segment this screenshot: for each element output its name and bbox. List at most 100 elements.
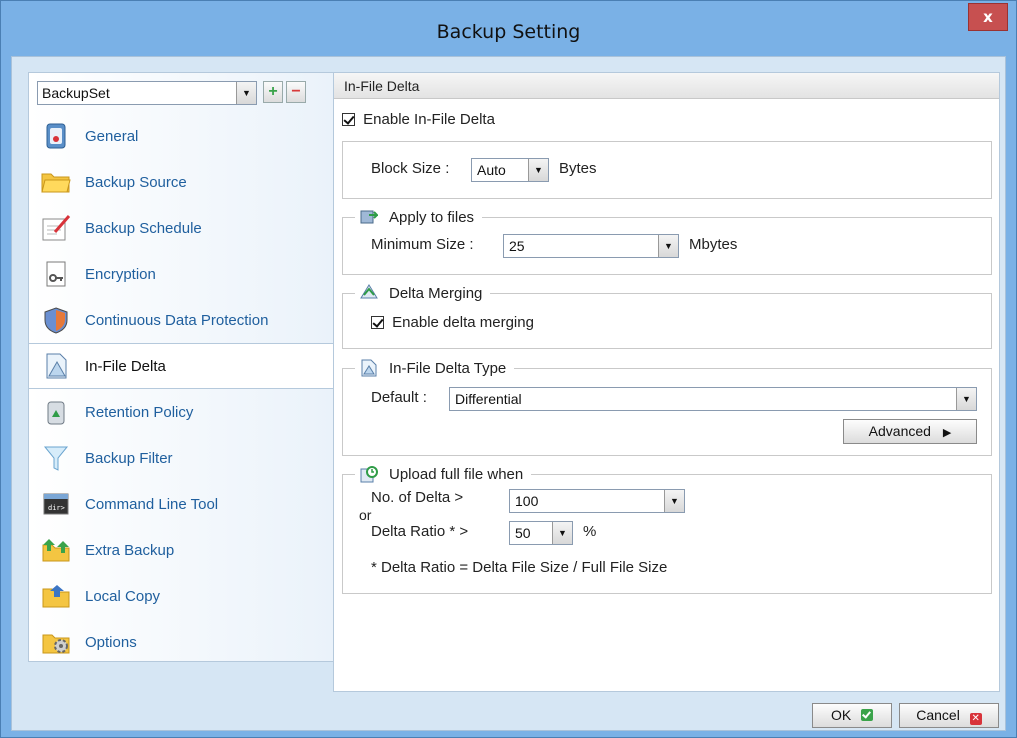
cancel-x-icon: ✕ xyxy=(969,713,982,725)
delta-ratio-value: 50 xyxy=(515,525,531,541)
ok-button[interactable]: OK xyxy=(812,703,892,728)
sidebar-item-options[interactable]: Options xyxy=(29,619,335,665)
close-button[interactable]: x xyxy=(968,3,1008,31)
sidebar: BackupSet ▼ + − General Backup Source Ba… xyxy=(28,72,347,665)
minimum-size-unit: Mbytes xyxy=(689,236,738,253)
dialog-client-area: BackupSet ▼ + − General Backup Source Ba… xyxy=(11,56,1006,731)
local-copy-icon xyxy=(41,581,71,611)
folder-icon xyxy=(41,167,71,197)
sidebar-item-label: Local Copy xyxy=(85,587,161,605)
apply-to-files-group: Apply to files Minimum Size : 25 ▼ Mbyte… xyxy=(342,207,992,275)
chevron-down-icon[interactable]: ▼ xyxy=(552,522,572,544)
no-of-delta-label: No. of Delta > xyxy=(371,489,464,506)
block-size-label: Block Size : xyxy=(371,160,450,177)
chevron-down-icon[interactable]: ▼ xyxy=(658,235,678,257)
upload-full-file-group: Upload full file when No. of Delta > 100… xyxy=(342,464,992,594)
delta-type-select[interactable]: Differential ▼ xyxy=(449,387,977,411)
sidebar-item-general[interactable]: General xyxy=(29,113,335,159)
advanced-button-label: Advanced xyxy=(868,423,931,439)
window-title: Backup Setting xyxy=(436,21,581,43)
sidebar-item-label: General xyxy=(85,127,139,145)
delta-icon xyxy=(41,351,71,381)
delta-type-title: In-File Delta Type xyxy=(389,359,507,377)
minimum-size-value: 25 xyxy=(509,238,525,254)
delta-ratio-select[interactable]: 50 ▼ xyxy=(509,521,573,545)
sidebar-item-command-line-tool[interactable]: dir> Command Line Tool xyxy=(29,481,335,527)
no-of-delta-select[interactable]: 100 ▼ xyxy=(509,489,685,513)
sidebar-item-encryption[interactable]: Encryption xyxy=(29,251,335,297)
sidebar-item-label: Backup Filter xyxy=(85,449,173,467)
enable-in-file-delta-checkbox[interactable] xyxy=(342,113,355,126)
recycle-bin-icon xyxy=(41,397,71,427)
enable-delta-merging-checkbox[interactable] xyxy=(371,316,384,329)
sidebar-item-continuous-data-protection[interactable]: Continuous Data Protection xyxy=(29,297,335,343)
sidebar-item-backup-filter[interactable]: Backup Filter xyxy=(29,435,335,481)
filter-icon xyxy=(41,443,71,473)
svg-text:dir>: dir> xyxy=(48,504,65,512)
chevron-down-icon[interactable]: ▼ xyxy=(236,82,256,104)
chevron-down-icon[interactable]: ▼ xyxy=(528,159,548,181)
cancel-button[interactable]: Cancel ✕ xyxy=(899,703,999,728)
delta-merging-group: Delta Merging Enable delta merging xyxy=(342,283,992,349)
sidebar-item-label: Extra Backup xyxy=(85,541,175,559)
sidebar-item-in-file-delta[interactable]: In-File Delta xyxy=(29,343,347,389)
or-label: or xyxy=(359,507,372,523)
block-size-group: Block Size : Auto ▼ Bytes xyxy=(342,141,992,199)
sidebar-item-label: Options xyxy=(85,633,137,651)
block-size-select[interactable]: Auto ▼ xyxy=(471,158,549,182)
delta-type-value: Differential xyxy=(455,391,522,407)
backup-set-select[interactable]: BackupSet ▼ xyxy=(37,81,257,105)
add-backup-set-button[interactable]: + xyxy=(263,81,283,103)
extra-backup-icon xyxy=(41,535,71,565)
sidebar-item-backup-source[interactable]: Backup Source xyxy=(29,159,335,205)
delta-ratio-unit: % xyxy=(583,523,597,540)
cancel-button-label: Cancel xyxy=(916,707,960,723)
sidebar-item-retention-policy[interactable]: Retention Policy xyxy=(29,389,335,435)
chevron-down-icon[interactable]: ▼ xyxy=(664,490,684,512)
backup-set-row: BackupSet ▼ + − xyxy=(37,81,333,105)
schedule-icon xyxy=(41,213,71,243)
apply-files-icon xyxy=(359,207,379,227)
no-of-delta-value: 100 xyxy=(515,493,539,509)
key-icon xyxy=(41,259,71,289)
title-bar[interactable]: Backup Setting x xyxy=(1,1,1016,56)
chevron-down-icon[interactable]: ▼ xyxy=(956,388,976,410)
delta-ratio-note: * Delta Ratio = Delta File Size / Full F… xyxy=(371,559,668,576)
backup-set-value: BackupSet xyxy=(42,85,110,101)
sidebar-item-local-copy[interactable]: Local Copy xyxy=(29,573,335,619)
block-size-unit: Bytes xyxy=(559,160,597,177)
apply-to-files-legend: Apply to files xyxy=(355,207,483,227)
sidebar-item-backup-schedule[interactable]: Backup Schedule xyxy=(29,205,335,251)
remove-backup-set-button[interactable]: − xyxy=(286,81,306,103)
enable-in-file-delta-row[interactable]: Enable In-File Delta xyxy=(342,111,495,128)
sidebar-item-label: Backup Source xyxy=(85,173,187,191)
delta-merging-title: Delta Merging xyxy=(389,284,483,302)
delta-merging-legend: Delta Merging xyxy=(355,283,491,303)
delta-ratio-label: Delta Ratio * > xyxy=(371,523,469,540)
panel-header: In-File Delta xyxy=(334,73,999,99)
ok-button-label: OK xyxy=(830,707,852,723)
delta-type-group: In-File Delta Type Default : Differentia… xyxy=(342,358,992,456)
shield-icon xyxy=(41,305,71,335)
sidebar-item-label: Continuous Data Protection xyxy=(85,311,269,329)
sidebar-nav: General Backup Source Backup Schedule En… xyxy=(29,113,347,665)
sidebar-item-label: Backup Schedule xyxy=(85,219,202,237)
terminal-icon: dir> xyxy=(41,489,71,519)
sidebar-item-label: Encryption xyxy=(85,265,156,283)
delta-merging-icon xyxy=(359,283,379,303)
sidebar-item-extra-backup[interactable]: Extra Backup xyxy=(29,527,335,573)
ok-check-icon xyxy=(861,709,874,721)
block-size-value: Auto xyxy=(477,162,506,178)
advanced-button[interactable]: Advanced ▶ xyxy=(843,419,977,444)
enable-delta-merging-row[interactable]: Enable delta merging xyxy=(371,314,534,331)
upload-full-file-title: Upload full file when xyxy=(389,465,524,483)
general-icon xyxy=(41,121,71,151)
upload-clock-icon xyxy=(359,464,379,484)
sidebar-item-label: Command Line Tool xyxy=(85,495,219,513)
options-icon xyxy=(41,627,71,657)
minimum-size-label: Minimum Size : xyxy=(371,236,474,253)
minimum-size-select[interactable]: 25 ▼ xyxy=(503,234,679,258)
chevron-right-icon: ▶ xyxy=(942,427,952,439)
in-file-delta-panel: In-File Delta Enable In-File Delta Block… xyxy=(333,72,1000,692)
backup-setting-window: Backup Setting x BackupSet ▼ + − General xyxy=(0,0,1017,738)
